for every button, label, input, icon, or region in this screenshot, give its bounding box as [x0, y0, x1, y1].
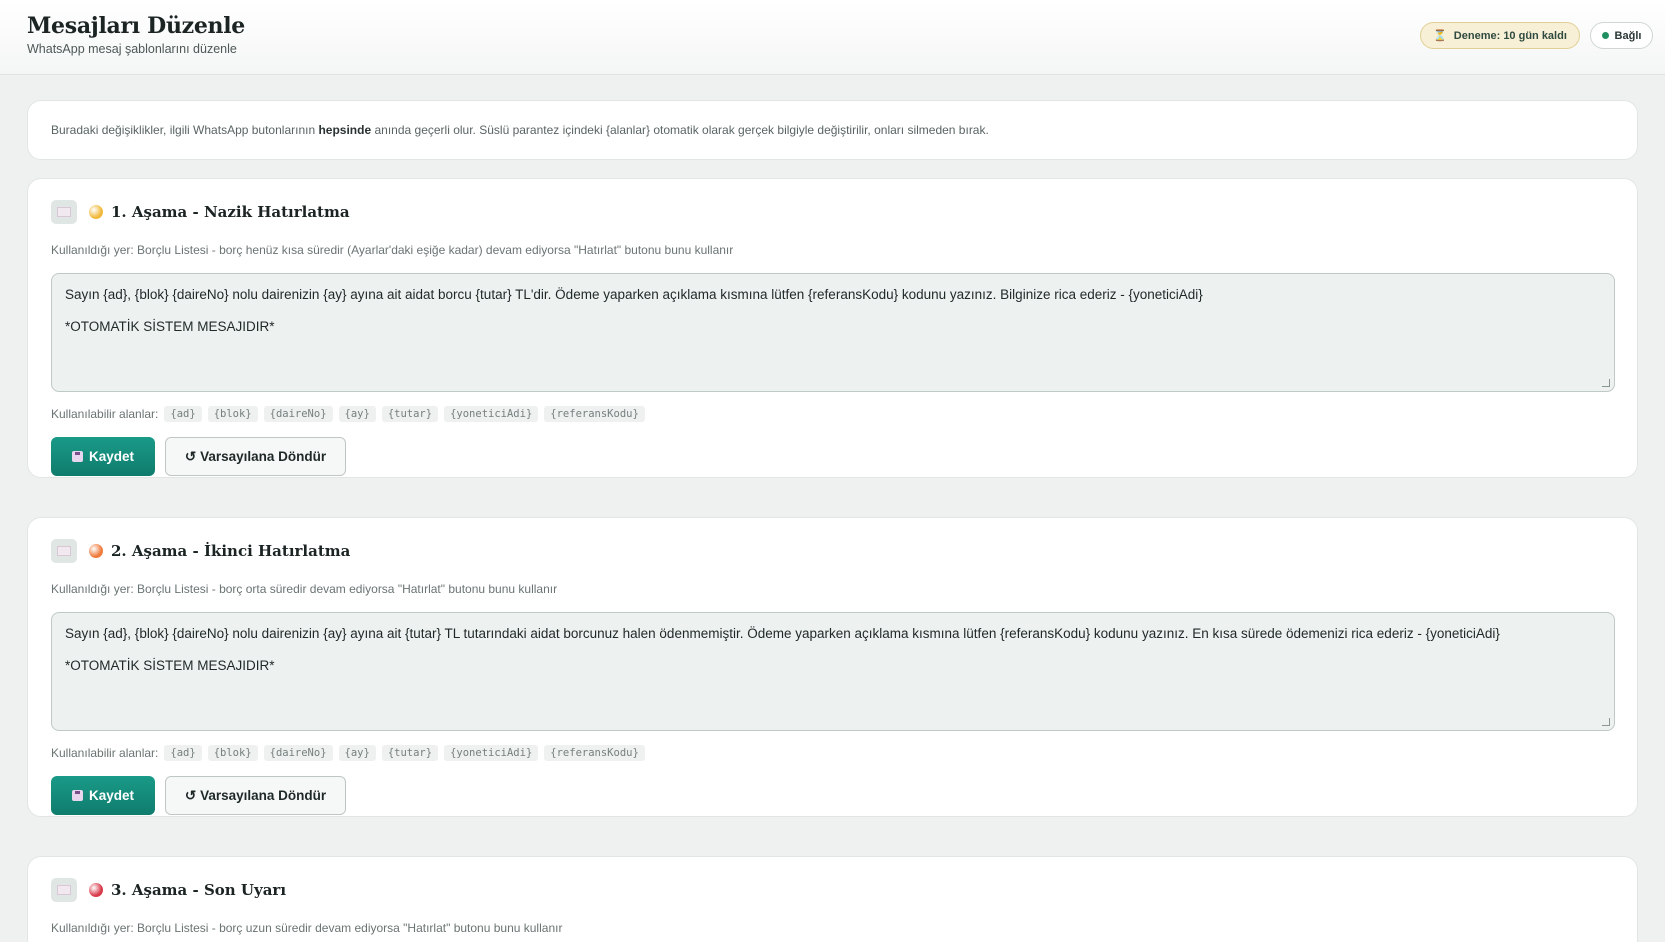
- reset-label: Varsayılana Döndür: [200, 788, 327, 803]
- field-chip: {referansKodu}: [544, 745, 645, 761]
- resize-handle[interactable]: [1602, 718, 1610, 726]
- usage-description: Kullanıldığı yer: Borçlu Listesi - borç …: [51, 582, 558, 596]
- stage-header: 1. Aşama - Nazik Hatırlatma: [51, 199, 350, 225]
- field-chip: {tutar}: [381, 406, 439, 422]
- message-textarea[interactable]: Sayın {ad}, {blok} {daireNo} nolu dairen…: [51, 612, 1615, 731]
- usage-description: Kullanıldığı yer: Borçlu Listesi - borç …: [51, 243, 734, 257]
- message-line: *OTOMATİK SİSTEM MESAJIDIR*: [65, 319, 275, 334]
- info-card: Buradaki değişiklikler, ilgili WhatsApp …: [27, 100, 1638, 160]
- field-chip: {blok}: [207, 745, 258, 761]
- field-chip: {ad}: [164, 745, 202, 761]
- page-subtitle: WhatsApp mesaj şablonlarını düzenle: [27, 42, 237, 56]
- stage-color-dot-icon: [89, 883, 103, 897]
- info-text-part: anında geçerli olur. Süslü parantez için…: [371, 123, 989, 137]
- field-chip: {ad}: [164, 406, 202, 422]
- stage-color-dot-icon: [89, 205, 103, 219]
- field-chip: {referansKodu}: [544, 406, 645, 422]
- field-chip: {yoneticiAdi}: [444, 745, 539, 761]
- floppy-disk-icon: [71, 451, 83, 462]
- field-chip: {daireNo}: [263, 745, 333, 761]
- trial-badge[interactable]: ⏳ Deneme: 10 gün kaldı: [1420, 22, 1580, 49]
- connection-status-badge[interactable]: Bağlı: [1590, 22, 1653, 49]
- reset-label: Varsayılana Döndür: [200, 449, 327, 464]
- message-line: *OTOMATİK SİSTEM MESAJIDIR*: [65, 658, 275, 673]
- field-chip: {blok}: [207, 406, 258, 422]
- hourglass-icon: ⏳: [1433, 30, 1447, 42]
- field-chip: {ay}: [338, 406, 376, 422]
- envelope-icon: [51, 539, 77, 563]
- stage-header: 3. Aşama - Son Uyarı: [51, 877, 286, 903]
- action-buttons: Kaydet ↺ Varsayılana Döndür: [51, 437, 346, 476]
- fields-label: Kullanılabilir alanlar:: [51, 746, 159, 760]
- connection-status-label: Bağlı: [1614, 29, 1642, 42]
- trial-badge-label: Deneme: 10 gün kaldı: [1453, 29, 1567, 42]
- available-fields: Kullanılabilir alanlar: {ad} {blok} {dai…: [51, 745, 645, 761]
- reset-icon: ↺: [184, 448, 197, 464]
- save-button[interactable]: Kaydet: [51, 776, 155, 815]
- info-text-bold: hepsinde: [318, 123, 372, 137]
- reset-default-button[interactable]: ↺ Varsayılana Döndür: [165, 437, 346, 476]
- stage-color-dot-icon: [89, 544, 103, 558]
- reset-default-button[interactable]: ↺ Varsayılana Döndür: [165, 776, 346, 815]
- save-label: Kaydet: [88, 788, 134, 803]
- stage-header: 2. Aşama - İkinci Hatırlatma: [51, 538, 350, 564]
- action-buttons: Kaydet ↺ Varsayılana Döndür: [51, 776, 346, 815]
- envelope-icon: [51, 200, 77, 224]
- reset-icon: ↺: [184, 787, 197, 803]
- save-button[interactable]: Kaydet: [51, 437, 155, 476]
- field-chip: {ay}: [338, 745, 376, 761]
- field-chip: {yoneticiAdi}: [444, 406, 539, 422]
- stage-title: 2. Aşama - İkinci Hatırlatma: [111, 542, 351, 560]
- message-line: Sayın {ad}, {blok} {daireNo} nolu dairen…: [65, 626, 1500, 641]
- page-title: Mesajları Düzenle: [27, 13, 245, 39]
- available-fields: Kullanılabilir alanlar: {ad} {blok} {dai…: [51, 406, 645, 422]
- message-textarea[interactable]: Sayın {ad}, {blok} {daireNo} nolu dairen…: [51, 273, 1615, 392]
- message-line: Sayın {ad}, {blok} {daireNo} nolu dairen…: [65, 287, 1203, 302]
- stage-card-2: 2. Aşama - İkinci Hatırlatma Kullanıldığ…: [27, 517, 1638, 817]
- status-dot-icon: [1601, 32, 1609, 39]
- stage-title: 3. Aşama - Son Uyarı: [111, 881, 287, 899]
- stage-title: 1. Aşama - Nazik Hatırlatma: [111, 203, 350, 221]
- field-chip: {tutar}: [381, 745, 439, 761]
- stage-card-1: 1. Aşama - Nazik Hatırlatma Kullanıldığı…: [27, 178, 1638, 478]
- info-text-part: Buradaki değişiklikler, ilgili WhatsApp …: [51, 123, 319, 137]
- floppy-disk-icon: [71, 790, 83, 801]
- stage-card-3: 3. Aşama - Son Uyarı Kullanıldığı yer: B…: [27, 856, 1638, 942]
- top-header: Mesajları Düzenle WhatsApp mesaj şablonl…: [0, 0, 1665, 75]
- fields-label: Kullanılabilir alanlar:: [51, 407, 159, 421]
- info-text: Buradaki değişiklikler, ilgili WhatsApp …: [51, 123, 989, 137]
- resize-handle[interactable]: [1602, 379, 1610, 387]
- field-chip: {daireNo}: [263, 406, 333, 422]
- usage-description: Kullanıldığı yer: Borçlu Listesi - borç …: [51, 921, 563, 935]
- envelope-icon: [51, 878, 77, 902]
- save-label: Kaydet: [88, 449, 134, 464]
